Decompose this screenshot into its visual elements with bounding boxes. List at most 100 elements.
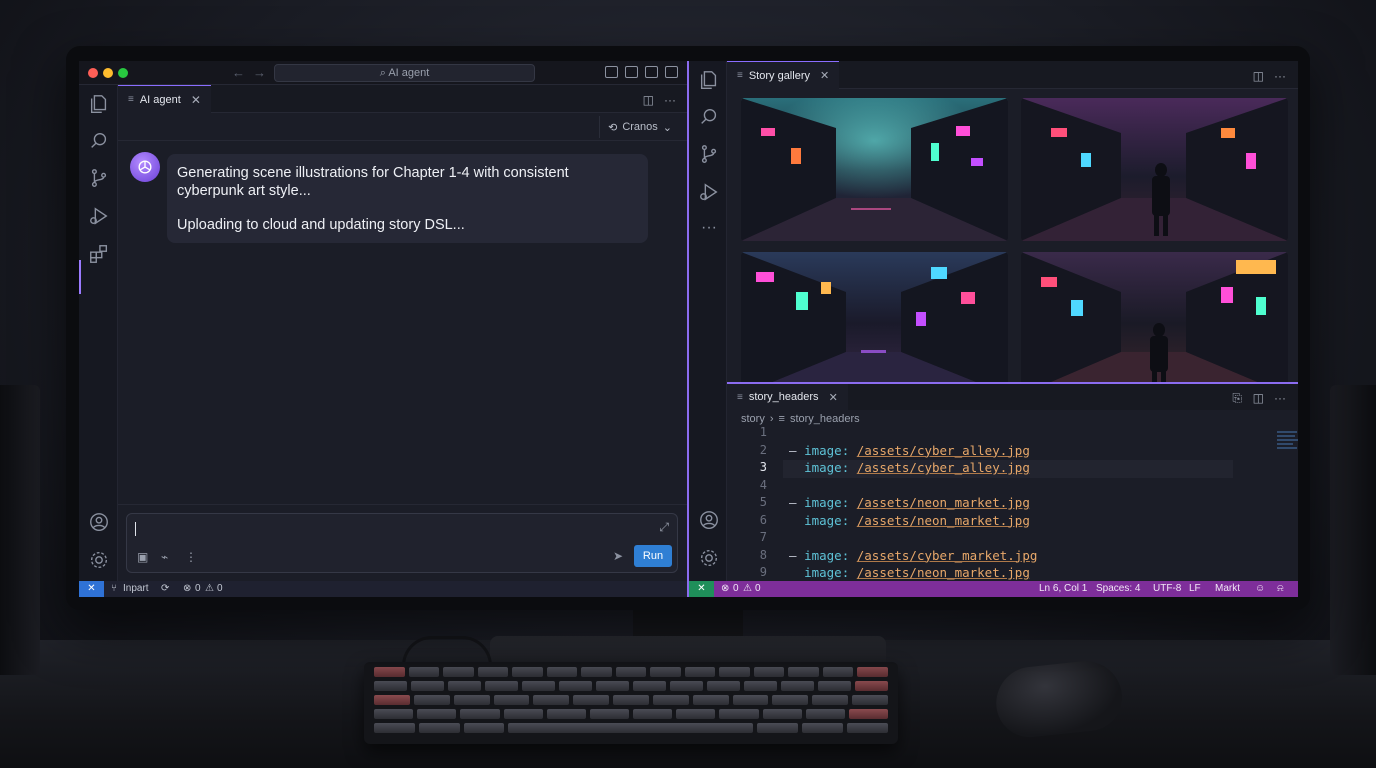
- open-changes-icon[interactable]: ⎘: [1232, 391, 1242, 406]
- gallery-image-neon-alley-figure[interactable]: [1021, 98, 1288, 241]
- line-endings[interactable]: LF: [1189, 583, 1201, 594]
- minimize-window-button[interactable]: [103, 68, 113, 78]
- code-editor[interactable]: 1 2– image: /assets/cyber_alley.jpg 3 imag…: [727, 425, 1298, 583]
- explorer-icon[interactable]: [88, 93, 110, 115]
- error-count[interactable]: 0: [195, 583, 201, 594]
- forward-arrow-icon[interactable]: →: [253, 65, 266, 80]
- chevron-down-icon: ⌄: [662, 121, 672, 134]
- search-icon[interactable]: [88, 130, 110, 152]
- branch-name[interactable]: Inpart: [123, 583, 149, 594]
- text-caret: [135, 522, 136, 536]
- toggle-primary-sidebar-icon[interactable]: [605, 66, 618, 78]
- model-name: Cranos: [622, 121, 658, 133]
- tab-story-headers[interactable]: ≡ story_headers ✕: [727, 384, 848, 410]
- split-editor-icon[interactable]: ◫: [643, 93, 654, 107]
- settings-icon[interactable]: [88, 549, 110, 571]
- minimap[interactable]: [1277, 431, 1298, 461]
- split-editor-icon[interactable]: ◫: [1253, 69, 1264, 83]
- code-line[interactable]: 8 – image: /assets/cyber_market.jpg: [727, 548, 1247, 566]
- error-icon: ⊗: [721, 583, 730, 594]
- toggle-panel-icon[interactable]: [625, 66, 638, 78]
- code-line[interactable]: 1: [727, 425, 1247, 443]
- gallery-image-cyber-market[interactable]: [1021, 252, 1288, 395]
- model-selector[interactable]: ⟲ Cranos ⌄: [599, 116, 680, 138]
- yaml-value[interactable]: /assets/cyber_market.jpg: [857, 548, 1038, 563]
- gallery-image-neon-market[interactable]: [741, 252, 1008, 395]
- more-actions-icon[interactable]: ···: [664, 93, 676, 107]
- close-window-button[interactable]: [88, 68, 98, 78]
- yaml-value[interactable]: /assets/neon_market.jpg: [857, 565, 1030, 580]
- openai-logo-icon: [138, 160, 152, 174]
- customize-layout-icon[interactable]: [665, 66, 678, 78]
- code-line[interactable]: 9 image: /assets/neon_market.jpg: [727, 565, 1247, 583]
- feedback-icon[interactable]: ☺: [1255, 583, 1265, 594]
- maximize-window-button[interactable]: [118, 68, 128, 78]
- run-debug-icon[interactable]: [698, 181, 720, 203]
- cursor-position[interactable]: Ln 6, Col 1: [1039, 583, 1087, 594]
- breadcrumb: story › ≡ story_headers: [741, 413, 860, 425]
- more-actions-icon[interactable]: ···: [1274, 69, 1286, 83]
- code-line[interactable]: 4: [727, 478, 1247, 496]
- code-text: – image: /assets/cyber_alley.jpg: [789, 443, 1030, 458]
- source-control-icon[interactable]: [88, 167, 110, 189]
- code-line[interactable]: 6 image: /assets/neon_market.jpg: [727, 513, 1247, 531]
- run-button[interactable]: Run: [634, 545, 672, 567]
- split-editor-icon[interactable]: ◫: [1253, 391, 1264, 405]
- indentation[interactable]: Spaces: 4: [1096, 583, 1140, 594]
- code-text: image: /assets/neon_market.jpg: [789, 513, 1030, 528]
- error-count[interactable]: 0: [733, 583, 739, 594]
- code-text: – image: /assets/cyber_market.jpg: [789, 548, 1037, 563]
- settings-icon[interactable]: [698, 547, 720, 569]
- run-debug-icon[interactable]: [88, 205, 110, 227]
- language-mode[interactable]: Markt: [1215, 583, 1240, 594]
- extensions-icon[interactable]: [88, 243, 110, 265]
- bell-icon[interactable]: ⍾: [1277, 583, 1284, 594]
- remote-indicator-icon[interactable]: ✕: [689, 581, 714, 597]
- toggle-secondary-sidebar-icon[interactable]: [645, 66, 658, 78]
- explorer-icon[interactable]: [698, 69, 720, 91]
- close-tab-icon[interactable]: ✕: [829, 391, 838, 404]
- yaml-value[interactable]: /assets/cyber_alley.jpg: [857, 443, 1030, 458]
- close-tab-icon[interactable]: ✕: [191, 93, 201, 107]
- sync-icon[interactable]: ⟳: [161, 583, 169, 594]
- source-control-icon[interactable]: [698, 143, 720, 165]
- ai-agent-window: ← → ⌕ AI agent ≡ AI agent ✕ ◫ ··· ⟲ Cran…: [79, 61, 688, 597]
- remote-indicator-icon[interactable]: ✕: [79, 581, 104, 597]
- yaml-value[interactable]: /assets/neon_market.jpg: [857, 513, 1030, 528]
- status-bar: ✕ ⊗ 0 ⚠ 0 Ln 6, Col 1 Spaces: 4 UTF-8 LF…: [689, 581, 1298, 597]
- code-text: image: /assets/cyber_alley.jpg: [789, 460, 1030, 475]
- tab-story-gallery[interactable]: ≡ Story gallery ✕: [727, 61, 840, 89]
- warning-count[interactable]: 0: [755, 583, 761, 594]
- microphone-icon[interactable]: ⋮: [185, 550, 197, 564]
- more-icon[interactable]: ···: [698, 219, 720, 241]
- gallery-tab-strip: ≡ Story gallery ✕ ◫ ···: [727, 61, 1298, 89]
- warning-count[interactable]: 0: [217, 583, 223, 594]
- code-line[interactable]: 3 image: /assets/cyber_alley.jpg: [727, 460, 1247, 478]
- gallery-image-cyber-alley[interactable]: [741, 98, 1008, 241]
- code-line[interactable]: 2 – image: /assets/cyber_alley.jpg: [727, 443, 1247, 461]
- code-line[interactable]: 5 – image: /assets/neon_market.jpg: [727, 495, 1247, 513]
- code-line[interactable]: 7: [727, 530, 1247, 548]
- encoding[interactable]: UTF-8: [1153, 583, 1181, 594]
- breadcrumb-story[interactable]: story: [741, 413, 765, 425]
- list-icon: ≡: [737, 70, 743, 81]
- account-icon[interactable]: [698, 509, 720, 531]
- command-center-search[interactable]: ⌕ AI agent: [274, 64, 535, 82]
- image-attach-icon[interactable]: ▣: [137, 550, 148, 564]
- close-tab-icon[interactable]: ✕: [820, 69, 829, 82]
- yaml-key: image:: [804, 442, 850, 458]
- paperclip-icon[interactable]: ⌁: [161, 550, 168, 564]
- tab-ai-agent[interactable]: ≡ AI agent ✕: [118, 85, 211, 113]
- send-icon[interactable]: ➤: [613, 549, 623, 563]
- story-editor-window: ··· ≡ Story gallery ✕ ◫ ··· ≡ story_head…: [689, 61, 1298, 597]
- search-icon[interactable]: [698, 106, 720, 128]
- yaml-key: image:: [804, 512, 850, 528]
- more-actions-icon[interactable]: ···: [1274, 391, 1286, 405]
- yaml-value[interactable]: /assets/cyber_alley.jpg: [857, 460, 1030, 475]
- chat-composer[interactable]: ⤢ ▣ ⌁ ⋮ ➤ Run: [126, 513, 678, 573]
- back-arrow-icon[interactable]: ←: [232, 65, 245, 80]
- breadcrumb-story-headers[interactable]: story_headers: [790, 413, 860, 425]
- yaml-value[interactable]: /assets/neon_market.jpg: [857, 495, 1030, 510]
- expand-icon[interactable]: ⤢: [659, 520, 669, 535]
- account-icon[interactable]: [88, 511, 110, 533]
